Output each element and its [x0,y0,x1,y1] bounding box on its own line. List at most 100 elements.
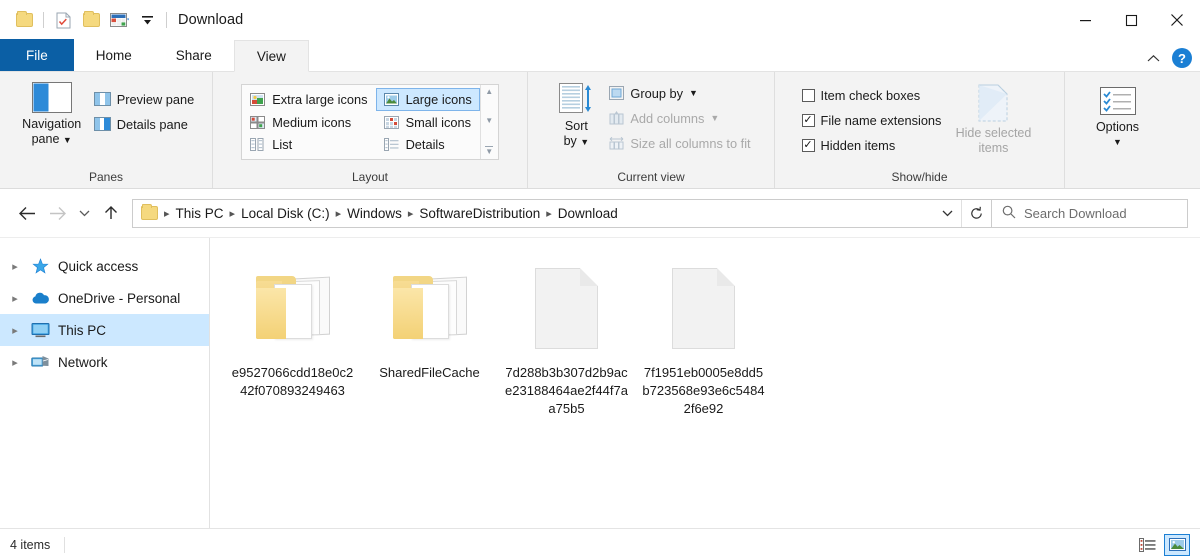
status-separator [64,536,66,553]
options-label: Options [1095,120,1140,134]
gallery-scroll-down-icon[interactable]: ▼ [485,117,493,125]
ribbon-group-label-options [1065,170,1170,188]
preview-pane-button[interactable]: Preview pane [90,88,199,110]
details-pane-icon [93,117,111,131]
list-item[interactable]: 7d288b3b307d2b9ace23188464ae2f44f7aa75b5 [498,254,635,418]
sidebar-item-quick-access[interactable]: ▸ Quick access [0,250,209,282]
details-pane-button[interactable]: Details pane [90,113,199,135]
tab-home[interactable]: Home [74,39,154,71]
navigation-pane-button[interactable]: Navigation pane ▼ [14,78,90,148]
layout-details[interactable]: Details [376,133,480,156]
layout-large-icons[interactable]: Large icons [375,88,480,111]
customize-qat-icon[interactable] [133,7,161,33]
list-item[interactable]: 7f1951eb0005e8dd5b723568e93e6c54842f6e92 [635,254,772,418]
view-toggle-group [1134,533,1190,556]
close-button[interactable] [1154,0,1200,40]
size-all-columns-button[interactable]: Size all columns to fit [605,132,754,154]
chevron-right-icon[interactable]: ▸ [8,260,22,273]
details-view-button[interactable] [1134,534,1160,556]
size-all-columns-label: Size all columns to fit [630,135,751,151]
large-icons-view-button[interactable] [1164,533,1190,556]
layout-item-label: Large icons [405,91,472,107]
item-check-boxes-option[interactable]: Item check boxes [798,84,946,106]
chevron-right-icon[interactable]: ▸ [8,356,22,369]
large-icons-icon [383,92,399,106]
ribbon-group-label-panes: Panes [88,170,124,184]
hide-selected-items-button[interactable]: Hide selected items [945,78,1041,156]
folder-icon[interactable] [10,7,38,33]
sort-by-button[interactable]: Sort by ▼ [547,78,605,150]
size-all-columns-icon [609,136,624,150]
sort-by-label-line2: by ▼ [563,134,590,148]
new-folder-icon[interactable] [77,7,105,33]
star-icon [30,257,50,275]
group-by-button[interactable]: Group by ▼ [605,82,754,104]
collapse-ribbon-icon[interactable] [1147,51,1160,66]
ribbon-group-label-layout: Layout [351,170,389,184]
hidden-items-checkbox[interactable]: ✓ [801,138,815,152]
maximize-button[interactable] [1108,0,1154,40]
hide-selected-items-icon [978,84,1008,122]
chevron-down-icon: ▼ [580,137,590,147]
preview-pane-label: Preview pane [116,91,195,107]
chevron-down-icon: ▼ [62,135,72,145]
search-input[interactable]: Search Download [992,198,1188,228]
layout-medium-icons[interactable]: Medium icons [242,111,375,134]
chevron-right-icon[interactable]: ▸ [8,324,22,337]
sidebar-item-network[interactable]: ▸ Network [0,346,209,378]
breadcrumb-separator: ▸ [546,207,552,220]
large-icons-view-icon [1168,538,1186,551]
breadcrumb-dropdown-icon[interactable] [933,200,961,227]
customize-gallery-icon[interactable] [105,7,133,33]
help-icon[interactable]: ? [1172,48,1192,68]
up-button[interactable] [96,198,126,228]
add-columns-button[interactable]: Add columns ▼ [605,107,754,129]
breadcrumb-item-windows[interactable]: Windows [342,206,407,221]
chevron-right-icon[interactable]: ▸ [8,292,22,305]
gallery-scroll-up-icon[interactable]: ▲ [485,88,493,96]
options-button[interactable]: Options ▼ [1080,78,1156,150]
sidebar-item-this-pc[interactable]: ▸ This PC [0,314,209,346]
tab-view[interactable]: View [233,40,309,72]
breadcrumb-item-local-disk[interactable]: Local Disk (C:) [236,206,335,221]
file-list[interactable]: e9527066cdd18e0c242f070893249463 SharedF… [210,238,1200,528]
file-name-extensions-option[interactable]: ✓ File name extensions [798,109,946,131]
breadcrumb[interactable]: ▸ This PC ▸ Local Disk (C:) ▸ Windows ▸ … [132,198,992,228]
navigation-pane-label-line1: Navigation [22,117,82,131]
tab-file[interactable]: File [0,39,74,71]
hidden-items-option[interactable]: ✓ Hidden items [798,134,946,156]
hide-selected-label-line1: Hide selected [955,126,1032,140]
layout-list[interactable]: List [242,133,375,156]
recent-locations-button[interactable] [72,198,96,228]
back-button[interactable] [12,198,42,228]
details-pane-label: Details pane [116,116,188,132]
gallery-expand-icon[interactable]: ▼ [485,146,494,156]
item-check-boxes-checkbox[interactable] [801,88,815,102]
tab-share[interactable]: Share [154,39,234,71]
breadcrumb-item-softwaredistribution[interactable]: SoftwareDistribution [414,206,545,221]
breadcrumb-item-this-pc[interactable]: This PC [171,206,229,221]
breadcrumb-item-download[interactable]: Download [553,206,623,221]
layout-extra-large-icons[interactable]: Extra large icons [242,88,375,111]
list-item[interactable]: e9527066cdd18e0c242f070893249463 [224,254,361,418]
properties-icon[interactable] [49,7,77,33]
sidebar-item-onedrive[interactable]: ▸ OneDrive - Personal [0,282,209,314]
chevron-down-icon: ▼ [689,88,698,98]
file-name-extensions-checkbox[interactable]: ✓ [801,113,815,127]
list-icon [250,138,264,152]
file-icon [672,258,735,358]
chevron-down-icon: ▼ [1113,137,1122,147]
cloud-icon [30,291,50,305]
layout-item-label: Extra large icons [272,91,368,107]
layout-small-icons[interactable]: Small icons [376,111,480,134]
folder-icon [252,258,334,358]
list-item-label: 7f1951eb0005e8dd5b723568e93e6c54842f6e92 [642,365,765,416]
hide-selected-label-line2: items [978,141,1009,155]
forward-button[interactable] [42,198,72,228]
navigation-pane-icon [31,82,72,113]
refresh-icon[interactable] [961,199,991,227]
minimize-button[interactable] [1062,0,1108,40]
folder-icon [389,258,471,358]
layout-gallery-scrollbar[interactable]: ▲ ▼ ▼ [479,85,498,159]
list-item[interactable]: SharedFileCache [361,254,498,418]
